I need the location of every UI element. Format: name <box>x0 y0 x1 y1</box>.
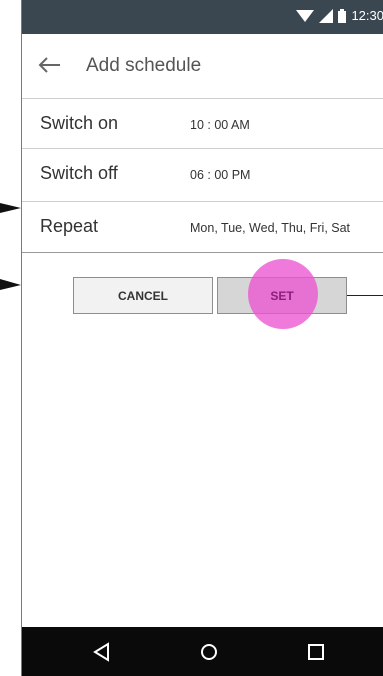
switch-on-row[interactable]: Switch on 10 : 00 AM <box>22 99 383 149</box>
home-circle-icon[interactable] <box>197 640 221 664</box>
switch-on-time[interactable]: 10 : 00 AM <box>190 118 250 132</box>
touch-indicator <box>248 259 318 329</box>
annotation-arrow-repeat <box>0 203 21 213</box>
annotation-line <box>347 295 383 296</box>
battery-icon <box>338 8 347 23</box>
row-divider <box>22 252 383 253</box>
recents-square-icon[interactable] <box>304 640 328 664</box>
annotation-arrows <box>0 203 21 290</box>
wifi-icon <box>296 9 315 22</box>
cancel-button[interactable]: CANCEL <box>73 277 213 314</box>
app-bar: Add schedule <box>22 34 383 99</box>
status-icons: 12:30 <box>296 8 383 23</box>
repeat-days[interactable]: Mon, Tue, Wed, Thu, Fri, Sat <box>190 221 350 235</box>
repeat-label: Repeat <box>40 216 99 236</box>
annotation-arrow-buttons <box>0 279 21 290</box>
back-arrow-icon[interactable] <box>36 52 62 78</box>
switch-off-time[interactable]: 06 : 00 PM <box>190 168 250 182</box>
page-title: Add schedule <box>86 55 202 76</box>
switch-off-label: Switch off <box>40 163 118 183</box>
back-triangle-icon[interactable] <box>90 640 114 664</box>
status-time: 12:30 <box>351 8 383 23</box>
switch-on-label: Switch on <box>40 113 119 133</box>
navigation-bar <box>22 627 383 676</box>
phone-screen: 12:30 Add schedule Switch on 10 : 00 AM … <box>21 0 383 676</box>
repeat-row[interactable]: Repeat Mon, Tue, Wed, Thu, Fri, Sat <box>22 202 383 252</box>
signal-icon <box>319 8 334 23</box>
switch-off-row[interactable]: Switch off 06 : 00 PM <box>22 149 383 199</box>
status-bar: 12:30 <box>22 0 383 34</box>
